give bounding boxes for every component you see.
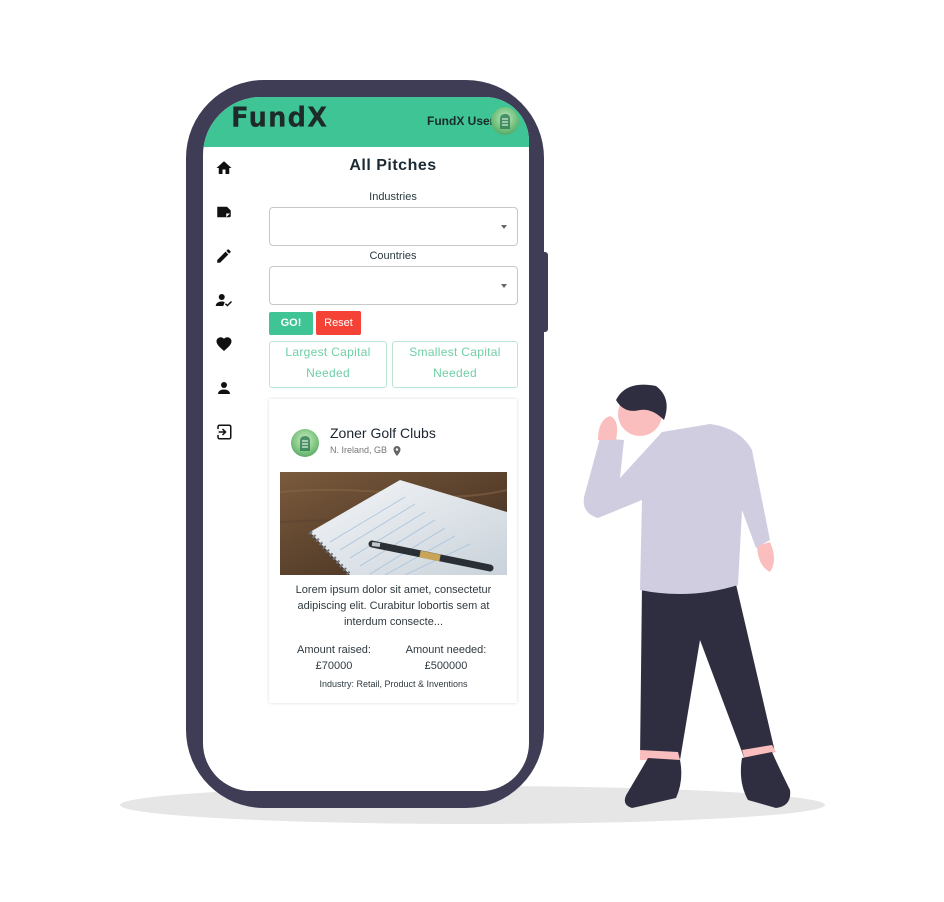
- page-title: All Pitches: [349, 157, 437, 174]
- pitch-avatar: [291, 429, 319, 457]
- pitch-image: [280, 472, 507, 575]
- industries-label: Industries: [369, 191, 417, 203]
- label-icon[interactable]: [215, 203, 233, 221]
- app-logo[interactable]: FundX: [231, 102, 328, 134]
- amount-raised: Amount raised: £70000: [279, 642, 389, 674]
- amount-needed-label: Amount needed:: [405, 644, 487, 656]
- app-header: FundX FundX User: [203, 97, 529, 147]
- pitch-industry: Industry: Retail, Product & Inventions: [319, 679, 468, 689]
- person-check-icon[interactable]: [215, 291, 233, 309]
- user-avatar[interactable]: [491, 107, 519, 135]
- dropdown-caret-icon: [501, 284, 507, 288]
- amount-raised-value: £70000: [315, 660, 353, 672]
- user-name[interactable]: FundX User: [427, 114, 494, 128]
- person-icon[interactable]: [215, 379, 233, 397]
- countries-label: Countries: [369, 250, 417, 262]
- amount-needed-value: £500000: [424, 660, 468, 672]
- sort-largest-line1: Largest Capital: [285, 345, 371, 359]
- location-pin-icon: [393, 446, 401, 456]
- pitch-description: Lorem ipsum dolor sit amet, consectetur …: [295, 584, 492, 628]
- person-illustration: [583, 384, 791, 808]
- go-button[interactable]: GO!: [269, 312, 313, 335]
- sidebar-nav: [203, 147, 247, 747]
- phone-side-button: [542, 252, 548, 332]
- sort-largest-line2: Needed: [306, 366, 350, 380]
- pitch-card[interactable]: Zoner Golf Clubs N. Ireland, GB Lorem ip…: [269, 399, 517, 703]
- dropdown-caret-icon: [501, 225, 507, 229]
- industries-select[interactable]: [269, 207, 518, 246]
- edit-icon[interactable]: [215, 247, 233, 265]
- home-icon[interactable]: [215, 159, 233, 177]
- sort-largest-capital-button[interactable]: Largest Capital Needed: [269, 341, 387, 388]
- countries-select[interactable]: [269, 266, 518, 305]
- pitch-title[interactable]: Zoner Golf Clubs: [330, 425, 436, 441]
- logout-icon[interactable]: [215, 423, 233, 441]
- sort-smallest-line1: Smallest Capital: [409, 345, 501, 359]
- reset-button[interactable]: Reset: [316, 311, 361, 335]
- sort-smallest-capital-button[interactable]: Smallest Capital Needed: [392, 341, 518, 388]
- amount-needed: Amount needed: £500000: [391, 642, 501, 674]
- phone-screen: FundX FundX User All Pitches Industries …: [203, 97, 529, 791]
- pitch-location: N. Ireland, GB: [330, 445, 388, 455]
- amount-raised-label: Amount raised:: [297, 644, 371, 656]
- heart-icon[interactable]: [215, 335, 233, 353]
- sort-smallest-line2: Needed: [433, 366, 477, 380]
